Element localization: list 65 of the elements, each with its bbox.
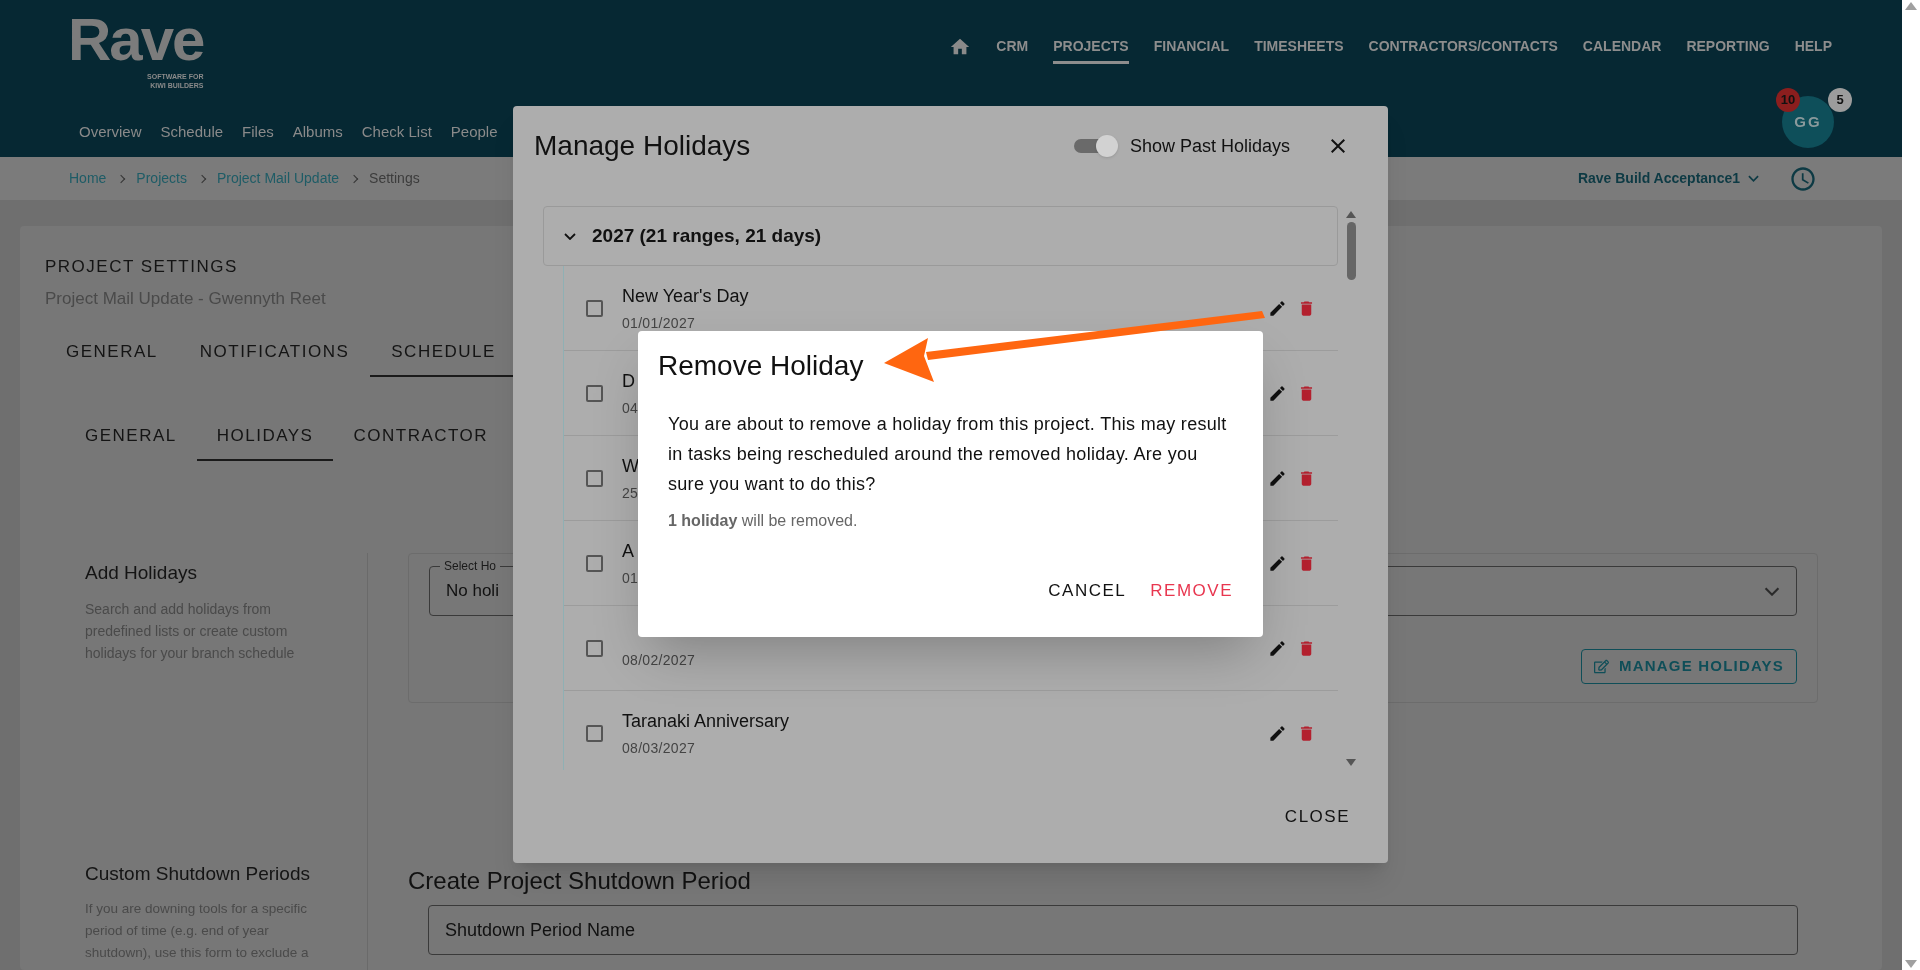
dialog-title: Remove Holiday [658, 349, 864, 383]
holiday-name: New Year's Day [622, 284, 749, 308]
subnav-link[interactable]: People [450, 121, 498, 144]
tab[interactable]: NOTIFICATIONS [178, 329, 371, 377]
holiday-date: 04 [622, 398, 639, 418]
holiday-date: 08/03/2027 [622, 738, 696, 758]
checkbox[interactable] [586, 724, 603, 742]
chevron-down-icon [1764, 586, 1780, 596]
logo[interactable]: Rave [68, 12, 204, 68]
nav-link[interactable]: CALENDAR [1582, 36, 1662, 64]
form-title: Create Project Shutdown Period [408, 866, 751, 896]
holiday-date: 25 [622, 483, 639, 503]
edit-icon [1594, 659, 1610, 674]
shutdown-name-field[interactable]: Shutdown Period Name [428, 905, 1798, 955]
dialog-message: You are about to remove a holiday from this project. This may result in tasks being rescheduled around the removed holiday. Are you sure you want to do this? [667, 413, 1228, 496]
tab[interactable]: GENERAL [45, 329, 179, 377]
settings-title: PROJECT SETTINGS [45, 256, 238, 278]
checkbox[interactable] [586, 639, 603, 657]
nav-link[interactable]: FINANCIAL [1153, 36, 1230, 64]
tab[interactable]: GENERAL [65, 413, 197, 461]
nav-link[interactable]: CRM [996, 36, 1029, 64]
section-title: Custom Shutdown Periods [85, 861, 310, 886]
branch-selector[interactable]: Rave Build Acceptance1 [1577, 168, 1759, 189]
holiday-name: W [622, 454, 639, 478]
subnav-link[interactable]: Albums [292, 121, 343, 144]
nav-link[interactable]: CONTRACTORS/CONTACTS [1368, 36, 1558, 64]
holiday-name: Taranaki Anniversary [622, 709, 790, 733]
scroll-down-icon[interactable] [1905, 960, 1917, 968]
remove-button[interactable]: REMOVE [1142, 572, 1241, 610]
holiday-date: 08/02/2027 [622, 650, 696, 670]
holiday-date: 01 [622, 568, 639, 588]
dialog-title: Manage Holidays [534, 129, 751, 163]
tab[interactable]: CONTRACTOR [333, 413, 509, 461]
checkbox[interactable] [586, 554, 603, 572]
scroll-up-icon[interactable] [1905, 2, 1917, 10]
page-scrollbar[interactable] [1902, 0, 1920, 970]
subnav-link[interactable]: Files [242, 121, 274, 144]
cancel-button[interactable]: CANCEL [1040, 572, 1135, 610]
nav-link[interactable]: TIMESHEETS [1254, 36, 1344, 64]
holiday-name: D [622, 369, 635, 393]
toggle-label: Show Past Holidays [1129, 134, 1290, 158]
breadcrumb-current: Settings [369, 169, 420, 188]
nav-link[interactable]: PROJECTS [1053, 36, 1129, 64]
holiday-date: 01/01/2027 [622, 313, 696, 333]
scroll-down-icon[interactable] [1346, 759, 1356, 766]
holiday-name: A [622, 539, 634, 563]
select-value: No holi [446, 580, 499, 603]
tab[interactable]: HOLIDAYS [196, 413, 334, 461]
subnav-link[interactable]: Overview [79, 121, 142, 144]
checkbox[interactable] [586, 299, 603, 317]
subnav-link[interactable]: Schedule [160, 121, 224, 144]
nav-link[interactable]: REPORTING [1686, 36, 1770, 64]
nav-link[interactable]: HELP [1794, 36, 1832, 64]
subnav-link[interactable]: Check List [361, 121, 432, 144]
clock-icon[interactable] [1789, 164, 1817, 193]
scrollbar-thumb[interactable] [1346, 222, 1356, 280]
scroll-up-icon[interactable] [1346, 211, 1356, 218]
year-group-header[interactable]: 2027 (21 ranges, 21 days) [543, 206, 1338, 266]
chevron-down-icon [564, 232, 576, 240]
section-title: Add Holidays [85, 561, 197, 585]
checkbox[interactable] [586, 469, 603, 487]
close-button[interactable]: CLOSE [1276, 797, 1358, 836]
checkbox[interactable] [586, 384, 603, 402]
dialog-note: 1 holiday will be removed. [668, 511, 858, 531]
chevron-down-icon [1748, 175, 1759, 182]
